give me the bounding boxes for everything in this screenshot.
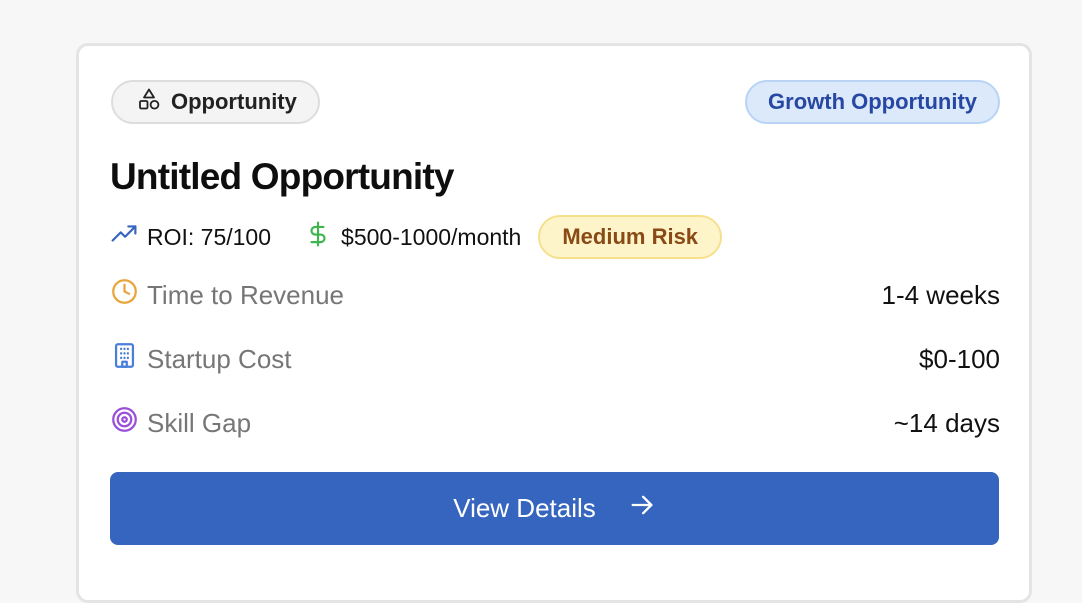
stat-label: Skill Gap bbox=[147, 407, 252, 438]
type-badge: Opportunity bbox=[111, 80, 320, 124]
shapes-icon bbox=[137, 87, 161, 117]
view-details-label: View Details bbox=[453, 493, 596, 523]
stat-row-startup-cost: Startup Cost $0-100 bbox=[111, 339, 1000, 379]
revenue-metric: $500-1000/month bbox=[305, 221, 521, 253]
stat-value: 1-4 weeks bbox=[881, 279, 1001, 310]
target-icon bbox=[111, 406, 138, 440]
meta-row: ROI: 75/100 $500-1000/month Medium Risk bbox=[111, 214, 723, 260]
stat-row-time-to-revenue: Time to Revenue 1-4 weeks bbox=[111, 275, 1000, 315]
clock-icon bbox=[111, 278, 138, 312]
opportunity-card: Opportunity Growth Opportunity Untitled … bbox=[76, 43, 1032, 603]
page-title: Untitled Opportunity bbox=[110, 156, 454, 197]
risk-badge: Medium Risk bbox=[538, 215, 723, 259]
card-header: Opportunity Growth Opportunity bbox=[111, 79, 1000, 125]
category-badge: Growth Opportunity bbox=[745, 80, 1000, 124]
building-icon bbox=[111, 342, 138, 376]
stat-label: Startup Cost bbox=[147, 343, 292, 374]
roi-metric: ROI: 75/100 bbox=[111, 221, 271, 253]
arrow-right-icon bbox=[628, 491, 656, 526]
dollar-icon bbox=[305, 221, 331, 253]
stat-value: ~14 days bbox=[893, 407, 1000, 438]
stat-row-skill-gap: Skill Gap ~14 days bbox=[111, 403, 1000, 443]
view-details-button[interactable]: View Details bbox=[110, 472, 999, 545]
stat-label: Time to Revenue bbox=[147, 279, 345, 310]
type-badge-label: Opportunity bbox=[171, 89, 297, 114]
revenue-label: $500-1000/month bbox=[341, 223, 522, 250]
stat-value: $0-100 bbox=[919, 343, 1000, 374]
trending-up-icon bbox=[111, 221, 137, 253]
roi-label: ROI: 75/100 bbox=[147, 223, 272, 250]
